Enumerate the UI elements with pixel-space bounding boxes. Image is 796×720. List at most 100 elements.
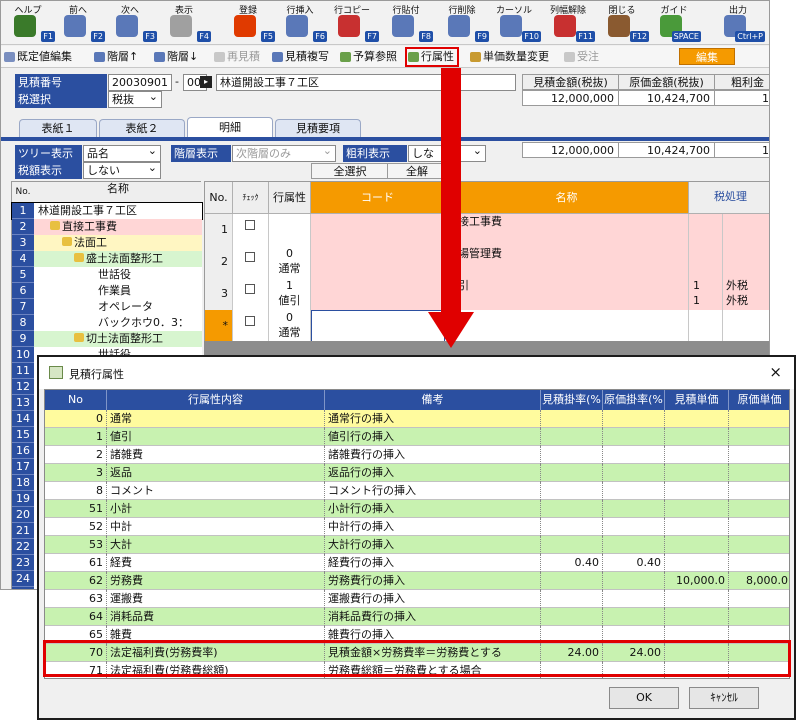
estimate-dash: - bbox=[175, 75, 179, 88]
toolbar-button-cursor[interactable]: カーソル F10 bbox=[489, 1, 541, 45]
attribute-row[interactable]: 0 通常 通常行の挿入 bbox=[45, 410, 789, 428]
grid-row-code[interactable] bbox=[311, 278, 445, 310]
attribute-est-price: 10,000.0 bbox=[665, 572, 729, 590]
attribute-row[interactable]: 51 小計 小計行の挿入 bbox=[45, 500, 789, 518]
tree-row-no: 21 bbox=[12, 523, 34, 539]
grid-row-name[interactable]: 現場管理費 bbox=[445, 246, 689, 278]
attribute-row[interactable]: 64 消耗品費 消耗品費行の挿入 bbox=[45, 608, 789, 626]
grid-row[interactable]: 2 0 通常 現場管理費 bbox=[205, 246, 769, 278]
toolbar-button-help[interactable]: ヘルプ F1 bbox=[3, 1, 55, 45]
toolbar-button-magnifier[interactable]: 表示 F4 bbox=[159, 1, 211, 45]
tab-details[interactable]: 明細 bbox=[187, 117, 273, 137]
grid-row-attr-name bbox=[269, 229, 310, 244]
grid-row-tax-name bbox=[723, 214, 769, 246]
attribute-cost-price: 8,000.0 bbox=[746, 574, 788, 587]
budget-icon bbox=[340, 52, 351, 62]
grid-row-check-cell bbox=[233, 310, 269, 342]
tax-select-dropdown[interactable]: 税抜 bbox=[108, 89, 162, 108]
grid-row[interactable]: 31値引値引11外税外税 bbox=[205, 278, 769, 310]
select-all-button[interactable]: 全選択 bbox=[311, 163, 389, 179]
toolbar-button-row-insert[interactable]: 行挿入 F6 bbox=[275, 1, 327, 45]
tree-row[interactable]: 9 切土法面整形工 bbox=[12, 331, 202, 347]
function-key-badge: SPACE bbox=[671, 31, 701, 42]
order-button[interactable]: 受注 bbox=[563, 49, 599, 65]
toolbar-button-row-paste[interactable]: 行貼付 F8 bbox=[381, 1, 433, 45]
project-name-field[interactable]: 林道開設工事７工区 bbox=[216, 74, 516, 91]
grid-row-code[interactable] bbox=[311, 310, 445, 342]
tree-row-no: 15 bbox=[12, 427, 34, 443]
row-attribute-button[interactable]: 行属性 bbox=[405, 47, 459, 67]
toolbar-button-row-copy[interactable]: 行コピー F7 bbox=[327, 1, 379, 45]
default-edit-button[interactable]: 既定値編集 bbox=[3, 49, 72, 65]
row-checkbox[interactable] bbox=[245, 220, 255, 230]
attribute-row[interactable]: 63 運搬費 運搬費行の挿入 bbox=[45, 590, 789, 608]
attribute-content: 値引 bbox=[107, 428, 325, 446]
grid-row-name[interactable]: 値引 bbox=[445, 278, 689, 310]
toolbar-button-guide[interactable]: ガイド SPACE bbox=[649, 1, 701, 45]
attribute-row[interactable]: 1 値引 値引行の挿入 bbox=[45, 428, 789, 446]
level-down-button[interactable]: 階層↓ bbox=[153, 49, 198, 65]
deselect-all-button[interactable]: 全解 bbox=[387, 163, 447, 179]
grid-row-tax-no1: 1 bbox=[693, 279, 700, 292]
grid-row-tax-no bbox=[689, 214, 723, 246]
grid-row-code[interactable] bbox=[311, 214, 445, 246]
toolbar-button-row-delete[interactable]: 行削除 F9 bbox=[437, 1, 489, 45]
attribute-row[interactable]: 52 中計 中計行の挿入 bbox=[45, 518, 789, 536]
tree-row-name: 世話役 bbox=[98, 268, 131, 281]
toolbar-button-print[interactable]: 出力 Ctrl+P bbox=[713, 1, 765, 45]
grid-row-code[interactable] bbox=[311, 246, 445, 278]
tree-row-label: バックホウ0．3： bbox=[34, 315, 189, 331]
row-checkbox[interactable] bbox=[245, 252, 255, 262]
table-header-note: 備考 bbox=[325, 390, 541, 410]
tab-cover2[interactable]: 表紙２ bbox=[99, 119, 185, 137]
price-qty-change-button[interactable]: 単価数量変更 bbox=[469, 49, 549, 65]
search-arrow-icon[interactable]: ▸ bbox=[200, 76, 212, 88]
attribute-cost-rate bbox=[603, 590, 665, 608]
grid-row[interactable]: 1 直接工事費 bbox=[205, 214, 769, 246]
attribute-row[interactable]: 61 経費 経費行の挿入 0.40 0.40 bbox=[45, 554, 789, 572]
tree-row[interactable]: 4 盛土法面整形工 bbox=[12, 251, 202, 267]
function-key-badge: Ctrl+P bbox=[735, 31, 765, 42]
grid-row-name[interactable] bbox=[445, 310, 689, 342]
attribute-row[interactable]: 53 大計 大計行の挿入 bbox=[45, 536, 789, 554]
tree-row[interactable]: 5 世話役 bbox=[12, 267, 202, 283]
budget-ref-button[interactable]: 予算参照 bbox=[339, 49, 397, 65]
toolbar-button-ok[interactable]: 登録 F5 bbox=[223, 1, 275, 45]
row-checkbox[interactable] bbox=[245, 316, 255, 326]
attribute-row[interactable]: 8 コメント コメント行の挿入 bbox=[45, 482, 789, 500]
function-toolbar: ヘルプ F1 前へ F2 次へ F3 表示 F4 登録 F5 行挿入 F6 行コピー F7 行貼付 F8 行削除… bbox=[1, 1, 769, 45]
row-checkbox[interactable] bbox=[245, 284, 255, 294]
tree-row[interactable]: 7 オペレータ bbox=[12, 299, 202, 315]
tree-row[interactable]: 6 作業員 bbox=[12, 283, 202, 299]
attribute-row[interactable]: 2 諸雑費 諸雑費行の挿入 bbox=[45, 446, 789, 464]
toolbar-button-arrow-right[interactable]: 次へ F3 bbox=[105, 1, 157, 45]
estimate-no-field[interactable]: 20030901 bbox=[108, 74, 172, 91]
level-display-dropdown[interactable]: 次階層のみ bbox=[232, 143, 336, 162]
tree-row[interactable]: 8 バックホウ0．3： bbox=[12, 315, 202, 331]
copy-icon bbox=[272, 52, 283, 62]
tree-row[interactable]: 1 林道開設工事７工区 bbox=[11, 202, 203, 220]
re-estimate-button[interactable]: 再見積 bbox=[213, 49, 260, 65]
close-icon[interactable]: × bbox=[769, 363, 782, 381]
cancel-button[interactable]: ｷｬﾝｾﾙ bbox=[689, 687, 759, 709]
tree-row-no: 18 bbox=[12, 475, 34, 491]
grid-row[interactable]: * 0 通常 bbox=[205, 310, 769, 342]
estimate-copy-button[interactable]: 見積複写 bbox=[271, 49, 329, 65]
tree-row-no: 22 bbox=[12, 539, 34, 555]
level-up-button[interactable]: 階層↑ bbox=[93, 49, 138, 65]
tree-row[interactable]: 2 直接工事費 bbox=[12, 219, 202, 235]
toolbar-button-arrow-left[interactable]: 前へ F2 bbox=[53, 1, 105, 45]
toolbar-button-column-width[interactable]: 列幅解除 F11 bbox=[543, 1, 595, 45]
tab-requirements[interactable]: 見積要項 bbox=[275, 119, 361, 137]
tab-cover1[interactable]: 表紙１ bbox=[19, 119, 97, 137]
attribute-content: 労務費 bbox=[107, 572, 325, 590]
attribute-row[interactable]: 3 返品 返品行の挿入 bbox=[45, 464, 789, 482]
attribute-row[interactable]: 62 労務費 労務費行の挿入 10,000.0 8,000.0 bbox=[45, 572, 789, 590]
attribute-no: 8 bbox=[45, 482, 107, 500]
grid-row-name[interactable]: 直接工事費 bbox=[445, 214, 689, 246]
ok-button[interactable]: OK bbox=[609, 687, 679, 709]
tax-display-dropdown[interactable]: しない bbox=[83, 160, 161, 179]
toolbar-button-close-door[interactable]: 閉じる F12 bbox=[597, 1, 649, 45]
tree-row[interactable]: 3 法面工 bbox=[12, 235, 202, 251]
edit-button[interactable]: 編集 bbox=[679, 48, 735, 65]
